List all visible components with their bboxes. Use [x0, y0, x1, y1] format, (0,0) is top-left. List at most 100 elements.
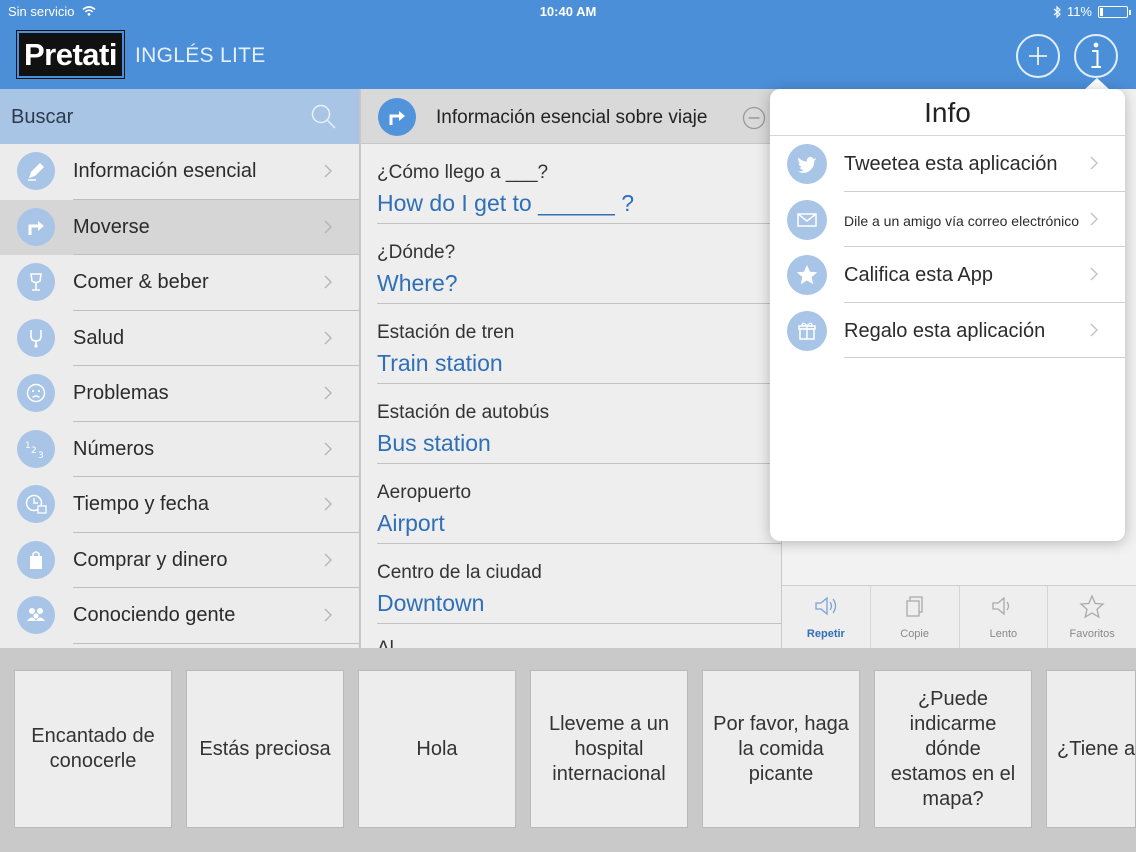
chevron-right-icon: [324, 442, 332, 455]
phrase-translation: Downtown: [377, 590, 485, 616]
phrase-translation: Train station: [377, 350, 503, 376]
sidebar-item-comprar-dinero[interactable]: Comprar y dinero: [0, 533, 359, 588]
popover-item-label: Califica esta App: [844, 264, 993, 286]
stethoscope-icon: [17, 318, 55, 357]
battery-icon: [1098, 5, 1131, 18]
phrase-translation: Airport: [377, 510, 445, 536]
sidebar-item-label: Tiempo y fecha: [73, 493, 209, 515]
sidebar-item-label: Información esencial: [73, 160, 257, 182]
turn-arrow-icon: [17, 207, 55, 246]
slow-button[interactable]: Lento: [958, 586, 1048, 648]
action-label: Copie: [900, 628, 929, 640]
chevron-right-icon: [1090, 212, 1098, 225]
wine-glass-icon: [17, 263, 55, 301]
app-subtitle: INGLÉS LITE: [135, 44, 266, 67]
phrase-tile[interactable]: Estás preciosa: [186, 670, 344, 828]
tweet-app-item[interactable]: Tweetea esta aplicación: [770, 136, 1125, 192]
phrase-tile[interactable]: Lleveme a un hospital internacional: [530, 670, 688, 828]
numbers-icon: 123: [17, 429, 55, 468]
popover-item-label: Regalo esta aplicación: [844, 319, 1046, 342]
phrase-translation: Bus station: [377, 430, 491, 456]
category-sidebar: Buscar Información esencial Moverse Come…: [0, 89, 360, 648]
sad-face-icon: [17, 374, 55, 412]
chevron-right-icon: [324, 386, 332, 400]
star-icon: [1079, 594, 1105, 619]
battery-percent: 11%: [1066, 4, 1092, 19]
sidebar-item-salud[interactable]: Salud: [0, 311, 359, 366]
sidebar-item-label: Moverse: [73, 215, 150, 238]
copy-icon: [905, 596, 923, 617]
phrase-item[interactable]: ¿Dónde? Where?: [361, 224, 781, 304]
sidebar-item-comer-beber[interactable]: Comer & beber: [0, 255, 359, 311]
sidebar-item-tiempo-fecha[interactable]: Tiempo y fecha: [0, 477, 359, 533]
sidebar-item-numeros[interactable]: 123 Números: [0, 422, 359, 477]
chevron-right-icon: [324, 497, 332, 511]
phrase-tile[interactable]: Hola: [358, 670, 516, 828]
search-label: Buscar: [11, 106, 74, 128]
chevron-right-icon: [324, 220, 332, 233]
svg-text:3: 3: [38, 451, 44, 460]
sidebar-item-label: Salud: [73, 326, 125, 349]
sidebar-item-conociendo-gente[interactable]: Conociendo gente: [0, 588, 359, 644]
phrase-item[interactable]: Estación de autobús Bus station: [361, 384, 781, 464]
phrase-list-header: Información esencial sobre viaje: [361, 89, 781, 144]
envelope-icon: [787, 199, 827, 240]
sidebar-item-label: Números: [73, 437, 155, 460]
phrase-source: Estación de autobús: [377, 402, 550, 423]
chevron-right-icon: [1090, 267, 1098, 281]
status-bar: Sin servicio 10:40 AM 11%: [0, 0, 1136, 22]
gift-app-item[interactable]: Regalo esta aplicación: [770, 303, 1125, 358]
phrase-source: Al...: [377, 638, 410, 648]
sidebar-item-moverse[interactable]: Moverse: [0, 199, 359, 255]
phrase-item[interactable]: ¿Cómo llego a ___? How do I get to _____…: [361, 144, 781, 224]
phrase-tile[interactable]: ¿Tiene alguna habitación disponible?: [1046, 670, 1136, 828]
info-button[interactable]: [1074, 34, 1118, 78]
collapse-icon[interactable]: [742, 106, 766, 130]
email-friend-item[interactable]: Dile a un amigo vía correo electrónico: [770, 192, 1125, 247]
star-icon: [787, 255, 827, 295]
phrase-list: Información esencial sobre viaje ¿Cómo l…: [361, 89, 781, 648]
phrase-source: ¿Dónde?: [377, 242, 456, 263]
phrase-translation: Where?: [377, 270, 458, 296]
chevron-right-icon: [1090, 156, 1098, 170]
search-bar[interactable]: Buscar: [0, 89, 359, 144]
bluetooth-icon: [1053, 5, 1061, 18]
pencil-icon: [17, 152, 55, 190]
search-icon[interactable]: [310, 103, 338, 131]
turn-arrow-icon: [378, 98, 416, 136]
speaker-icon: [815, 596, 837, 616]
clock: 10:40 AM: [539, 4, 597, 19]
chevron-right-icon: [324, 608, 332, 622]
repeat-button[interactable]: Repetir: [782, 586, 870, 648]
rate-app-item[interactable]: Califica esta App: [770, 247, 1125, 303]
phrase-tile[interactable]: ¿Puede indicarme dónde estamos en el map…: [874, 670, 1032, 828]
svg-text:2: 2: [31, 446, 37, 456]
add-button[interactable]: [1016, 34, 1060, 78]
phrase-source: Aeropuerto: [377, 482, 472, 503]
phrase-translation: How do I get to ______ ?: [377, 190, 635, 216]
quick-phrase-tiles: Encantado de conocerle Estás preciosa Ho…: [0, 648, 1136, 852]
info-popover: Info Tweetea esta aplicación Dile a un a…: [770, 89, 1125, 541]
popover-item-label: Tweetea esta aplicación: [844, 153, 1058, 175]
chevron-right-icon: [324, 553, 332, 566]
phrase-tile[interactable]: Por favor, haga la comida picante: [702, 670, 860, 828]
phrase-source: Estación de tren: [377, 322, 515, 343]
sidebar-item-informacion-esencial[interactable]: Información esencial: [0, 144, 359, 200]
phrase-item[interactable]: Centro de la ciudad Downtown: [361, 544, 781, 624]
gift-icon: [787, 310, 827, 351]
phrase-item[interactable]: Aeropuerto Airport: [361, 464, 781, 544]
clock-calendar-icon: [17, 485, 55, 523]
speaker-slow-icon: [992, 596, 1010, 616]
chevron-right-icon: [324, 331, 332, 344]
phrase-tile[interactable]: Encantado de conocerle: [14, 670, 172, 828]
sidebar-item-label: Comer & beber: [73, 271, 209, 293]
favorites-button[interactable]: Favoritos: [1047, 586, 1136, 648]
phrase-item[interactable]: Estación de tren Train station: [361, 304, 781, 384]
popover-item-label: Dile a un amigo vía correo electrónico: [844, 212, 1080, 229]
action-label: Repetir: [806, 628, 845, 640]
svg-text:1: 1: [25, 441, 31, 451]
copy-button[interactable]: Copie: [869, 586, 959, 648]
phrase-item[interactable]: Al...: [361, 624, 781, 648]
sidebar-item-problemas[interactable]: Problemas: [0, 366, 359, 422]
action-bar: Repetir Copie Lento Favoritos: [782, 585, 1136, 648]
